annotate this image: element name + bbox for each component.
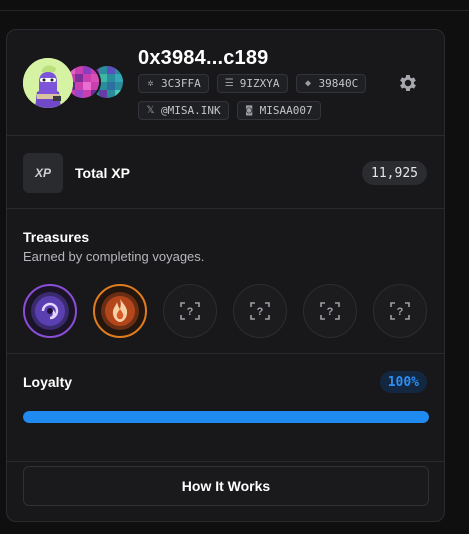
chip-label: MISAA007 [259,104,313,117]
asterisk-icon: ✲ [147,78,154,89]
treasure-item[interactable] [93,284,147,338]
xp-logo: XP [23,153,63,193]
svg-text:?: ? [187,306,194,318]
chip-discord-handle[interactable]: ◙ MISAA007 [236,101,321,120]
svg-text:?: ? [397,306,404,318]
flame-icon [93,284,147,338]
chip-label: @MISA.INK [161,104,221,117]
settings-button[interactable] [397,72,419,94]
unknown-treasure-icon: ? [320,302,340,320]
chip-code[interactable]: ◆ 39840C [295,74,367,93]
treasure-item[interactable] [23,284,77,338]
treasures-section: Treasures Earned by completing voyages. [7,209,444,354]
unknown-treasure-icon: ? [390,302,410,320]
profile-chips: ✲ 3C3FFA ☰ 9IZXYA ◆ 39840C 𝕏 @MISA.INK ◙… [138,74,388,120]
treasure-item-locked[interactable]: ? [303,284,357,338]
xp-section: XP Total XP 11,925 [7,136,444,209]
unknown-treasure-icon: ? [180,302,200,320]
treasures-title: Treasures [23,229,90,245]
treasures-subtitle: Earned by completing voyages. [23,249,205,264]
unknown-treasure-icon: ? [250,302,270,320]
profile-card: 0x3984...c189 ✲ 3C3FFA ☰ 9IZXYA ◆ 39840C… [6,29,445,522]
avatar[interactable] [23,58,73,108]
how-it-works-button[interactable]: How It Works [23,466,429,506]
loyalty-progress-fill [23,411,429,423]
ethereum-icon: ◆ [304,78,312,89]
stack-icon: ☰ [224,78,234,89]
purple-portal-icon [23,284,77,338]
profile-header: 0x3984...c189 ✲ 3C3FFA ☰ 9IZXYA ◆ 39840C… [7,30,444,136]
loyalty-percent-badge: 100% [379,371,427,393]
chip-code[interactable]: ☰ 9IZXYA [216,74,288,93]
chip-code[interactable]: ✲ 3C3FFA [138,74,209,93]
svg-text:?: ? [327,306,334,318]
loyalty-title: Loyalty [23,374,73,390]
loyalty-section: Loyalty 100% [7,354,444,462]
chip-label: 9IZXYA [239,77,280,90]
chip-label: 39840C [318,77,359,90]
gear-icon [400,75,416,91]
top-divider [0,10,469,11]
loyalty-progress-bar [23,411,429,423]
chip-x-handle[interactable]: 𝕏 @MISA.INK [138,101,229,120]
svg-text:?: ? [257,306,264,318]
discord-icon: ◙ [246,105,253,116]
treasure-item-locked[interactable]: ? [163,284,217,338]
xp-value-badge: 11,925 [362,161,427,185]
chip-label: 3C3FFA [161,77,201,90]
xp-label: Total XP [75,165,130,181]
x-icon: 𝕏 [146,105,155,116]
wallet-address[interactable]: 0x3984...c189 [138,47,269,70]
treasure-item-locked[interactable]: ? [233,284,287,338]
treasure-item-locked[interactable]: ? [373,284,427,338]
